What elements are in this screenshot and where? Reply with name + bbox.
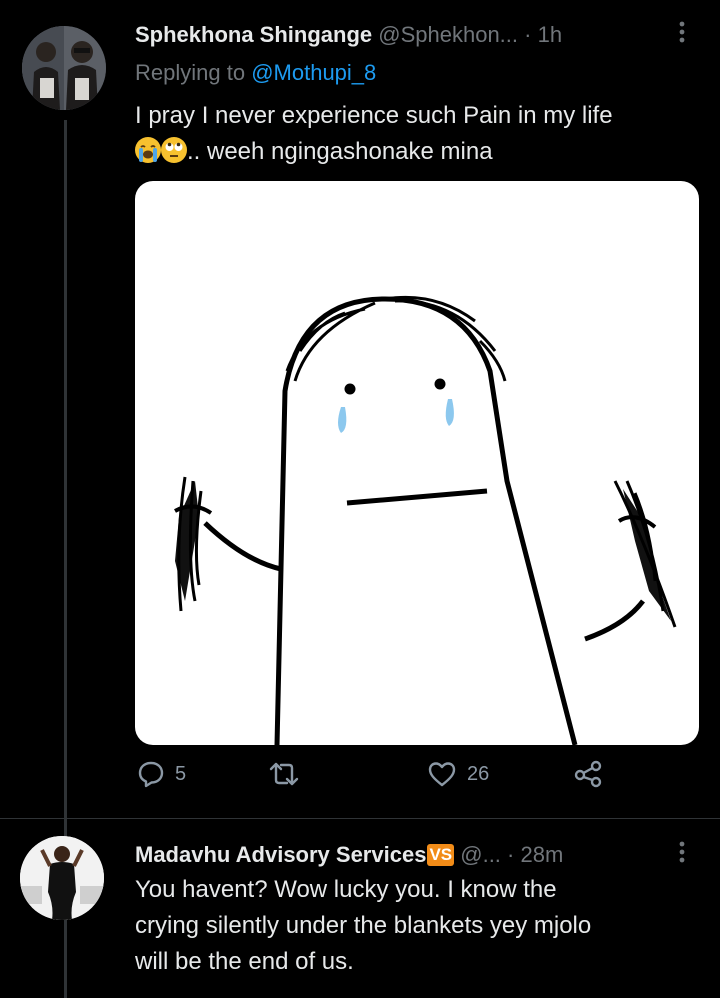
tweet-image[interactable] [135, 181, 699, 745]
avatar-photo-icon [20, 836, 104, 920]
tweet-text-line-emoji: .. weeh ngingashonake mina [135, 134, 613, 170]
tweet-text-line: .. weeh ngingashonake mina [187, 138, 493, 165]
replying-label: Replying to [135, 60, 246, 85]
tweet-header: Sphekhona Shingange @Sphekhon... · 1h [135, 22, 562, 48]
tweet-divider [0, 818, 720, 819]
share-icon [574, 760, 602, 788]
separator: · [524, 22, 532, 47]
tweet-header: Madavhu Advisory Services VS @... · 28m [135, 842, 563, 868]
avatar[interactable] [22, 26, 106, 110]
mention-link[interactable]: @Mothupi_8 [251, 60, 376, 85]
loudly-crying-face-icon [135, 137, 161, 163]
tweet-text: I pray I never experience such Pain in m… [135, 98, 613, 170]
handle[interactable]: @... [460, 842, 501, 867]
tweet-text-line: You havent? Wow lucky you. I know the [135, 876, 557, 903]
tweet-text-line: will be the end of us. [135, 948, 354, 975]
face-with-rolling-eyes-icon [161, 137, 187, 163]
like-button[interactable]: 26 [427, 760, 489, 788]
avatar-photo-icon [22, 26, 106, 110]
tweet-text: You havent? Wow lucky you. I know the cr… [135, 872, 591, 980]
share-button[interactable] [573, 760, 603, 788]
heart-icon [428, 762, 456, 787]
display-name[interactable]: Sphekhona Shingange [135, 22, 372, 47]
separator: · [507, 842, 515, 867]
reply-icon [138, 761, 164, 788]
avatar[interactable] [20, 836, 104, 920]
like-count: 26 [467, 762, 490, 785]
crying-stick-figure-meme-icon [174, 295, 677, 745]
tweet-actions: 5 26 [135, 760, 615, 800]
vs-badge: VS [427, 844, 455, 866]
tweet-text-line: crying silently under the blankets yey m… [135, 912, 592, 939]
timestamp[interactable]: 1h [538, 22, 562, 47]
display-name[interactable]: Madavhu Advisory Services [135, 842, 426, 867]
timestamp[interactable]: 28m [521, 842, 564, 867]
retweet-button[interactable] [267, 760, 311, 788]
reply-count: 5 [175, 762, 187, 785]
tweet-text-line: I pray I never experience such Pain in m… [135, 102, 613, 129]
handle[interactable]: @Sphekhon... [378, 22, 518, 47]
replying-to: Replying to @Mothupi_8 [135, 60, 376, 86]
reply-button[interactable]: 5 [137, 760, 186, 788]
more-options-icon[interactable] [678, 840, 686, 870]
retweet-icon [269, 762, 299, 786]
more-options-icon[interactable] [678, 20, 686, 50]
